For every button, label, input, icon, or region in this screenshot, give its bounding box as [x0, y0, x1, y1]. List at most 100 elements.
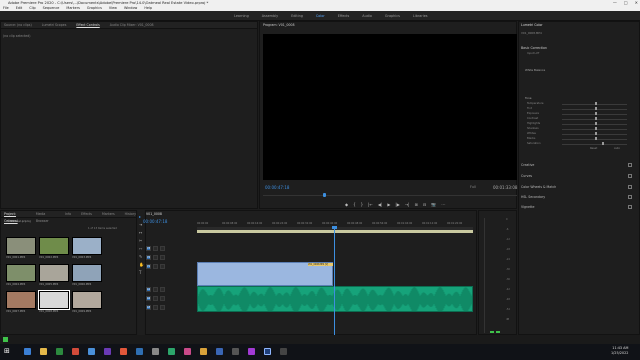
razor-tool-icon[interactable]: ✂ — [139, 238, 142, 243]
lumetri-input-lut[interactable]: Input LUT — [527, 52, 539, 55]
mark-in-button[interactable]: { — [353, 202, 356, 207]
lumetri-row[interactable]: Shadows — [527, 127, 632, 131]
workspace-color[interactable]: Color — [316, 11, 325, 21]
lumetri-slider-track[interactable] — [562, 144, 627, 145]
slip-tool-icon[interactable]: ⇿ — [139, 246, 142, 251]
lock-icon[interactable] — [153, 255, 158, 260]
clip-thumbnail[interactable] — [72, 264, 102, 282]
task-app-icon[interactable] — [72, 348, 79, 355]
clip-thumbnail[interactable] — [6, 237, 36, 255]
checkbox-icon[interactable] — [628, 185, 632, 189]
tab-source[interactable]: Source: (no clips) — [4, 22, 32, 28]
step-forward-button[interactable]: |▶ — [395, 202, 399, 207]
workspace-learning[interactable]: Learning — [234, 11, 249, 21]
lumetri-slider-knob[interactable] — [594, 137, 597, 140]
eye-icon[interactable] — [160, 246, 165, 251]
checkbox-icon[interactable] — [628, 205, 632, 209]
workspace-audio[interactable]: Audio — [362, 11, 372, 21]
lumetri-slider-knob[interactable] — [594, 117, 597, 120]
program-monitor-title[interactable]: Program: V01_0008 — [263, 23, 294, 27]
lumetri-slider-knob[interactable] — [594, 122, 597, 125]
program-timecode[interactable]: 00:00:47:18 — [265, 185, 289, 190]
hand-tool-icon[interactable]: ✋ — [139, 262, 144, 267]
go-to-out-button[interactable]: →| — [405, 202, 410, 207]
task-app-icon[interactable] — [232, 348, 239, 355]
task-app-icon[interactable] — [24, 348, 31, 355]
workspace-effects[interactable]: Effects — [338, 11, 350, 21]
lumetri-slider-knob[interactable] — [594, 112, 597, 115]
task-app-icon[interactable] — [200, 348, 207, 355]
premiere-pro-icon[interactable] — [264, 348, 271, 355]
step-back-button[interactable]: ◀| — [378, 202, 382, 207]
add-marker-button[interactable]: ◆ — [345, 202, 348, 207]
checkbox-icon[interactable] — [628, 163, 632, 167]
windows-start-icon[interactable]: ⊞ — [4, 347, 12, 355]
task-app-icon[interactable] — [56, 348, 63, 355]
clip-thumbnail[interactable] — [38, 290, 70, 310]
track-target-toggle[interactable]: A3 — [146, 305, 151, 310]
lock-icon[interactable] — [153, 296, 158, 301]
tab-media-browser[interactable]: Media Browser — [36, 211, 55, 223]
clip-thumbnail[interactable] — [6, 264, 36, 282]
task-app-icon[interactable] — [248, 348, 255, 355]
tab-effect-controls[interactable]: Effect Controls — [76, 22, 99, 28]
lumetri-title[interactable]: Lumetri Color — [521, 23, 543, 27]
tab-history[interactable]: History — [125, 211, 136, 217]
lumetri-slider-knob[interactable] — [594, 132, 597, 135]
tab-lumetri-scopes[interactable]: Lumetri Scopes — [42, 22, 67, 28]
lock-icon[interactable] — [153, 264, 158, 269]
pen-tool-icon[interactable]: ✎ — [139, 254, 142, 259]
tab-project[interactable]: Project: Oatmeal — [4, 211, 26, 223]
play-button[interactable]: ▶ — [387, 202, 390, 207]
timeline-playhead[interactable] — [333, 227, 335, 337]
tab-audio-clip-mixer[interactable]: Audio Clip Mixer: V01_0008 — [110, 22, 154, 28]
checkbox-icon[interactable] — [628, 195, 632, 199]
lumetri-row[interactable]: Highlights — [527, 122, 632, 126]
lumetri-reset-button[interactable]: Reset — [590, 147, 597, 150]
lumetri-slider-knob[interactable] — [602, 142, 605, 145]
lumetri-section-hsl-secondary[interactable]: HSL Secondary — [521, 195, 545, 199]
lumetri-slider-knob[interactable] — [594, 107, 597, 110]
lumetri-section-creative[interactable]: Creative — [521, 163, 534, 167]
workspace-editing[interactable]: Editing — [291, 11, 303, 21]
lumetri-row[interactable]: Exposure — [527, 112, 632, 116]
lumetri-slider-knob[interactable] — [594, 127, 597, 130]
lumetri-section-vignette[interactable]: Vignette — [521, 205, 534, 209]
lumetri-row[interactable]: Saturation — [527, 142, 632, 146]
lumetri-white-balance[interactable]: White Balance — [525, 68, 545, 72]
file-explorer-icon[interactable] — [40, 348, 47, 355]
clip-thumbnail[interactable] — [39, 264, 69, 282]
checkbox-icon[interactable] — [628, 174, 632, 178]
task-app-icon[interactable] — [216, 348, 223, 355]
audio-clip[interactable] — [197, 286, 473, 312]
taskbar-clock[interactable]: 11:43 AM 1/25/2022 — [611, 346, 628, 356]
tab-effects[interactable]: Effects — [81, 211, 92, 217]
task-app-icon[interactable] — [168, 348, 175, 355]
mark-out-button[interactable]: } — [361, 202, 364, 207]
lock-icon[interactable] — [153, 305, 158, 310]
track-target-toggle[interactable]: A1 — [146, 287, 151, 292]
mute-icon[interactable] — [160, 287, 165, 292]
sequence-tab[interactable]: V01_0008 — [146, 212, 162, 216]
work-area-bar[interactable] — [197, 230, 473, 233]
workspace-assembly[interactable]: Assembly — [262, 11, 278, 21]
workspace-graphics[interactable]: Graphics — [385, 11, 400, 21]
track-target-toggle[interactable]: V1 — [146, 264, 151, 269]
lumetri-auto-button[interactable]: Auto — [614, 147, 620, 150]
clip-thumbnail[interactable] — [6, 291, 36, 309]
task-app-icon[interactable] — [280, 348, 287, 355]
track-target-toggle[interactable]: V2 — [146, 255, 151, 260]
tab-markers[interactable]: Markers — [102, 211, 115, 217]
ripple-edit-tool-icon[interactable]: ↔ — [139, 230, 142, 235]
program-fit-select[interactable]: Full — [470, 185, 476, 189]
lumetri-section-basic[interactable]: Basic Correction — [521, 46, 547, 50]
lift-button[interactable]: ⊞ — [415, 202, 418, 207]
clip-thumbnail[interactable] — [72, 291, 102, 309]
workspace-libraries[interactable]: Libraries — [413, 11, 428, 21]
track-target-toggle[interactable]: V3 — [146, 246, 151, 251]
lumetri-clip-select[interactable]: V01_0008.MP4 — [521, 31, 542, 35]
lumetri-row[interactable]: Tint — [527, 107, 632, 111]
type-tool-icon[interactable]: T — [139, 270, 141, 275]
lock-icon[interactable] — [153, 287, 158, 292]
lumetri-slider-knob[interactable] — [594, 102, 597, 105]
